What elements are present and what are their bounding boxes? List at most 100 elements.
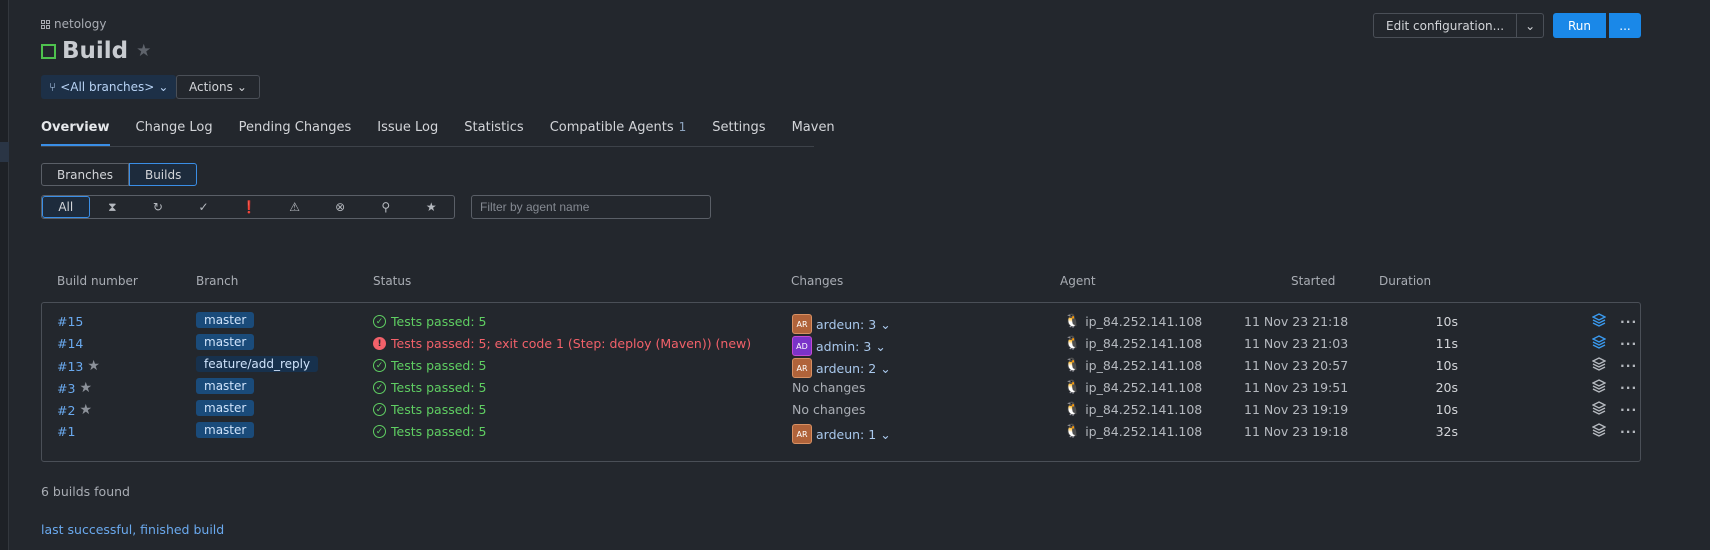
agent-cell[interactable]: 🐧 ip_84.252.141.108 — [1064, 402, 1202, 417]
star-icon[interactable]: ★ — [409, 196, 455, 218]
agent-cell[interactable]: 🐧 ip_84.252.141.108 — [1064, 380, 1202, 395]
changes-cell[interactable]: AR ardeun: 3 ⌄ — [792, 314, 891, 334]
tab-settings[interactable]: Settings — [712, 120, 765, 146]
more-actions-icon[interactable]: ··· — [1620, 314, 1637, 329]
last-successful-build-link[interactable]: last successful, finished build — [41, 522, 224, 537]
header-agent[interactable]: Agent — [1060, 274, 1096, 288]
build-number-link[interactable]: #15 — [57, 314, 83, 329]
status-text[interactable]: Tests passed: 5 — [391, 424, 486, 439]
build-number[interactable]: #3 — [57, 381, 75, 396]
layers-icon[interactable] — [1591, 313, 1607, 330]
tab-issue-log[interactable]: Issue Log — [377, 120, 438, 146]
changes-cell[interactable]: AR ardeun: 1 ⌄ — [792, 424, 891, 444]
agent-name[interactable]: ip_84.252.141.108 — [1085, 336, 1202, 351]
agent-cell[interactable]: 🐧 ip_84.252.141.108 — [1064, 314, 1202, 329]
warning-icon[interactable]: ⚠ — [272, 196, 318, 218]
more-actions-icon[interactable]: ··· — [1620, 336, 1637, 351]
more-actions-icon[interactable]: ··· — [1620, 380, 1637, 395]
header-status[interactable]: Status — [373, 274, 411, 288]
chevron-down-icon[interactable]: ⌄ — [880, 427, 890, 442]
changes-cell[interactable]: AD admin: 3 ⌄ — [792, 336, 886, 356]
changes-cell[interactable]: AR ardeun: 2 ⌄ — [792, 358, 891, 378]
star-icon[interactable]: ★ — [79, 380, 92, 396]
header-duration[interactable]: Duration — [1379, 274, 1431, 288]
more-actions-icon[interactable]: ··· — [1620, 358, 1637, 373]
build-number-link[interactable]: #2 ★ — [57, 402, 92, 418]
agent-filter-input[interactable] — [471, 195, 711, 219]
star-icon[interactable]: ★ — [87, 358, 100, 374]
changes-text[interactable]: ardeun: 3 — [816, 317, 876, 332]
status-text[interactable]: Tests passed: 5; exit code 1 (Step: depl… — [391, 336, 751, 351]
favorite-star-icon[interactable]: ★ — [136, 41, 151, 61]
header-started[interactable]: Started — [1291, 274, 1335, 288]
build-number[interactable]: #13 — [57, 359, 83, 374]
branch-badge[interactable]: master — [196, 312, 255, 328]
running-icon[interactable]: ↻ — [135, 196, 181, 218]
branch-badge[interactable]: master — [196, 422, 255, 438]
filter-all[interactable]: All — [42, 196, 90, 218]
build-number[interactable]: #2 — [57, 403, 75, 418]
changes-text[interactable]: ardeun: 2 — [816, 361, 876, 376]
agent-name[interactable]: ip_84.252.141.108 — [1085, 380, 1202, 395]
cancelled-icon[interactable]: ⊗ — [317, 196, 363, 218]
status-text[interactable]: Tests passed: 5 — [391, 380, 486, 395]
build-number[interactable]: #14 — [57, 336, 83, 351]
build-status[interactable]: ✓ Tests passed: 5 — [373, 314, 486, 329]
header-changes[interactable]: Changes — [791, 274, 843, 288]
breadcrumb[interactable]: netology — [41, 17, 106, 31]
layers-icon[interactable] — [1591, 335, 1607, 352]
tab-change-log[interactable]: Change Log — [136, 120, 213, 146]
build-number-link[interactable]: #13 ★ — [57, 358, 100, 374]
layers-icon[interactable] — [1591, 423, 1607, 440]
chevron-down-icon[interactable]: ⌄ — [875, 339, 885, 354]
build-status[interactable]: ✓ Tests passed: 5 — [373, 380, 486, 395]
branch-badge[interactable]: master — [196, 378, 255, 394]
tab-maven[interactable]: Maven — [792, 120, 835, 146]
edit-configuration-button[interactable]: Edit configuration... — [1374, 14, 1516, 37]
build-number[interactable]: #15 — [57, 314, 83, 329]
tab-overview[interactable]: Overview — [41, 120, 110, 146]
hourglass-icon[interactable]: ⧗ — [90, 196, 136, 218]
build-number-link[interactable]: #1 — [57, 424, 75, 439]
status-text[interactable]: Tests passed: 5 — [391, 402, 486, 417]
layers-icon[interactable] — [1591, 357, 1607, 374]
build-number[interactable]: #1 — [57, 424, 75, 439]
tab-statistics[interactable]: Statistics — [464, 120, 523, 146]
build-number-link[interactable]: #14 — [57, 336, 83, 351]
agent-cell[interactable]: 🐧 ip_84.252.141.108 — [1064, 358, 1202, 373]
pin-icon[interactable]: ⚲ — [363, 196, 409, 218]
branch-badge[interactable]: feature/add_reply — [196, 356, 319, 372]
branches-toggle[interactable]: Branches — [41, 163, 129, 186]
tab-pending-changes[interactable]: Pending Changes — [239, 120, 352, 146]
tab-compatible-agents[interactable]: Compatible Agents 1 — [550, 120, 687, 146]
error-icon[interactable]: ❗ — [226, 196, 272, 218]
more-actions-icon[interactable]: ··· — [1620, 424, 1637, 439]
build-number-link[interactable]: #3 ★ — [57, 380, 92, 396]
changes-text[interactable]: ardeun: 1 — [816, 427, 876, 442]
build-status[interactable]: ✓ Tests passed: 5 — [373, 358, 486, 373]
header-branch[interactable]: Branch — [196, 274, 238, 288]
sidebar-selection[interactable] — [0, 142, 9, 162]
branch-badge[interactable]: master — [196, 400, 255, 416]
agent-cell[interactable]: 🐧 ip_84.252.141.108 — [1064, 424, 1202, 439]
chevron-down-icon[interactable]: ⌄ — [880, 317, 890, 332]
branch-selector[interactable]: ⑂ <All branches> ⌄ — [41, 75, 177, 99]
run-options-button[interactable]: ... — [1609, 13, 1641, 38]
agent-name[interactable]: ip_84.252.141.108 — [1085, 402, 1202, 417]
header-build-number[interactable]: Build number — [57, 274, 138, 288]
agent-name[interactable]: ip_84.252.141.108 — [1085, 314, 1202, 329]
actions-button[interactable]: Actions ⌄ — [176, 75, 260, 99]
chevron-down-icon[interactable]: ⌄ — [880, 361, 890, 376]
status-text[interactable]: Tests passed: 5 — [391, 314, 486, 329]
breadcrumb-project[interactable]: netology — [54, 17, 106, 31]
branch-badge[interactable]: master — [196, 334, 255, 350]
build-status[interactable]: ✓ Tests passed: 5 — [373, 424, 486, 439]
build-status[interactable]: ! Tests passed: 5; exit code 1 (Step: dep… — [373, 336, 751, 351]
star-icon[interactable]: ★ — [79, 402, 92, 418]
agent-name[interactable]: ip_84.252.141.108 — [1085, 424, 1202, 439]
success-icon[interactable]: ✓ — [181, 196, 227, 218]
agent-name[interactable]: ip_84.252.141.108 — [1085, 358, 1202, 373]
agent-cell[interactable]: 🐧 ip_84.252.141.108 — [1064, 336, 1202, 351]
builds-toggle[interactable]: Builds — [128, 163, 198, 186]
changes-text[interactable]: admin: 3 — [816, 339, 871, 354]
